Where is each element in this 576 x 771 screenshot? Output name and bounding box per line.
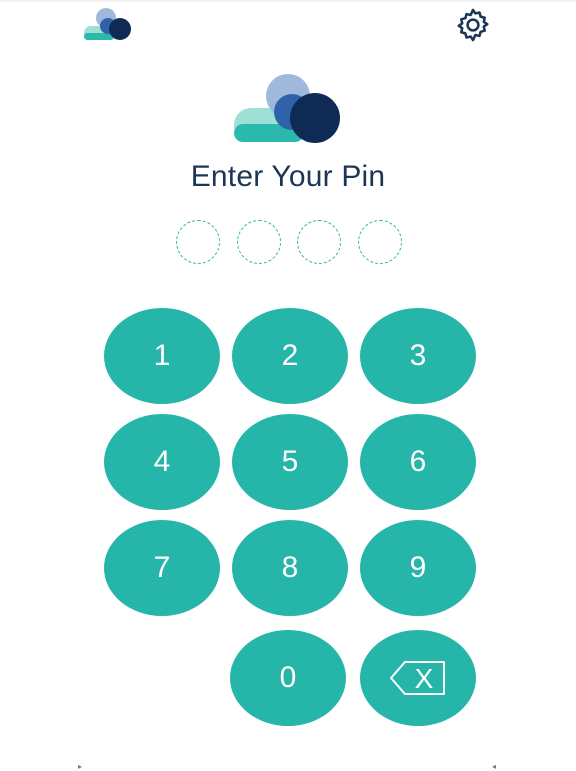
key-4[interactable]: 4 (104, 414, 220, 510)
key-1[interactable]: 1 (104, 308, 220, 404)
backspace-icon: X (390, 661, 445, 695)
key-0[interactable]: 0 (230, 630, 346, 726)
app-logo-small (84, 6, 134, 42)
gear-icon (457, 8, 489, 42)
key-9[interactable]: 9 (360, 520, 476, 616)
pin-dot (176, 220, 220, 264)
pin-dot (236, 220, 281, 264)
key-5[interactable]: 5 (232, 414, 348, 510)
key-7[interactable]: 7 (104, 520, 220, 616)
pin-indicator (176, 220, 402, 266)
cloud-logo-icon (234, 74, 340, 143)
settings-button[interactable] (452, 4, 494, 46)
pin-dot (297, 220, 342, 264)
corner-mark-left: ▸ (78, 762, 83, 771)
pin-dot (357, 220, 402, 264)
backspace-label: X (415, 663, 434, 694)
key-3[interactable]: 3 (360, 308, 476, 404)
app-logo-large (232, 72, 344, 146)
top-divider (0, 0, 576, 2)
key-6[interactable]: 6 (360, 414, 476, 510)
page-title: Enter Your Pin (190, 160, 386, 193)
backspace-button[interactable]: X (360, 630, 476, 726)
key-2[interactable]: 2 (232, 308, 348, 404)
corner-mark-right: ◂ (492, 762, 497, 771)
cloud-logo-icon (84, 8, 131, 40)
key-8[interactable]: 8 (232, 520, 348, 616)
